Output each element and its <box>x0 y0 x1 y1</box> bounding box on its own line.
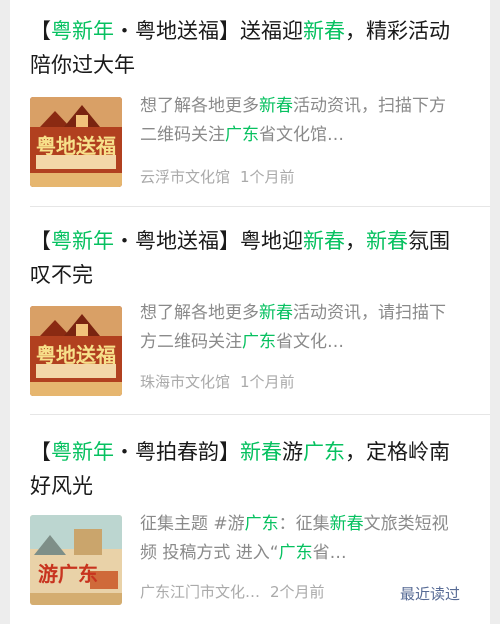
article-summary: 想了解各地更多新春活动资讯，请扫描下方二维码关注广东省文化… <box>140 303 446 352</box>
thumbnail-caption: 粤地送福 <box>36 134 116 158</box>
article-title[interactable]: 【粤新年・粤地送福】送福迎新春，精彩活动陪你过大年 <box>30 14 470 82</box>
article-time: 1个月前 <box>240 373 295 391</box>
article-card[interactable]: 【粤新年・粤拍春韵】新春游广东，定格岭南好风光 游广东 征集主题 #游广东：征集… <box>10 415 490 624</box>
article-title[interactable]: 【粤新年・粤拍春韵】新春游广东，定格岭南好风光 <box>30 435 470 503</box>
article-title[interactable]: 【粤新年・粤地送福】粤地迎新春，新春氛围叹不完 <box>30 224 470 292</box>
article-summary: 征集主题 #游广东：征集新春文旅类短视频 投稿方式 进入“广东省… <box>140 514 449 563</box>
article-meta: 广东江门市文化… 2个月前 <box>140 582 325 602</box>
article-time: 2个月前 <box>270 583 325 601</box>
thumbnail-caption: 粤地送福 <box>36 343 116 367</box>
article-card[interactable]: 【粤新年・粤地送福】送福迎新春，精彩活动陪你过大年 粤地送福 想了解各地更多新春… <box>10 0 490 206</box>
article-meta: 云浮市文化馆 1个月前 <box>140 167 295 187</box>
article-thumbnail[interactable]: 粤地送福 <box>30 306 122 396</box>
article-source[interactable]: 云浮市文化馆 <box>140 168 230 186</box>
article-thumbnail[interactable]: 游广东 <box>30 515 122 605</box>
thumbnail-caption: 游广东 <box>38 562 98 586</box>
article-meta: 珠海市文化馆 1个月前 <box>140 372 295 392</box>
article-thumbnail[interactable]: 粤地送福 <box>30 97 122 187</box>
search-results-list: 【粤新年・粤地送福】送福迎新春，精彩活动陪你过大年 粤地送福 想了解各地更多新春… <box>10 0 490 624</box>
article-summary: 想了解各地更多新春活动资讯，扫描下方二维码关注广东省文化馆… <box>140 96 446 145</box>
article-time: 1个月前 <box>240 168 295 186</box>
recently-read-badge: 最近读过 <box>400 585 461 603</box>
article-source[interactable]: 珠海市文化馆 <box>140 373 230 391</box>
article-source[interactable]: 广东江门市文化… <box>140 583 260 601</box>
article-card[interactable]: 【粤新年・粤地送福】粤地迎新春，新春氛围叹不完 粤地送福 想了解各地更多新春活动… <box>10 207 490 414</box>
